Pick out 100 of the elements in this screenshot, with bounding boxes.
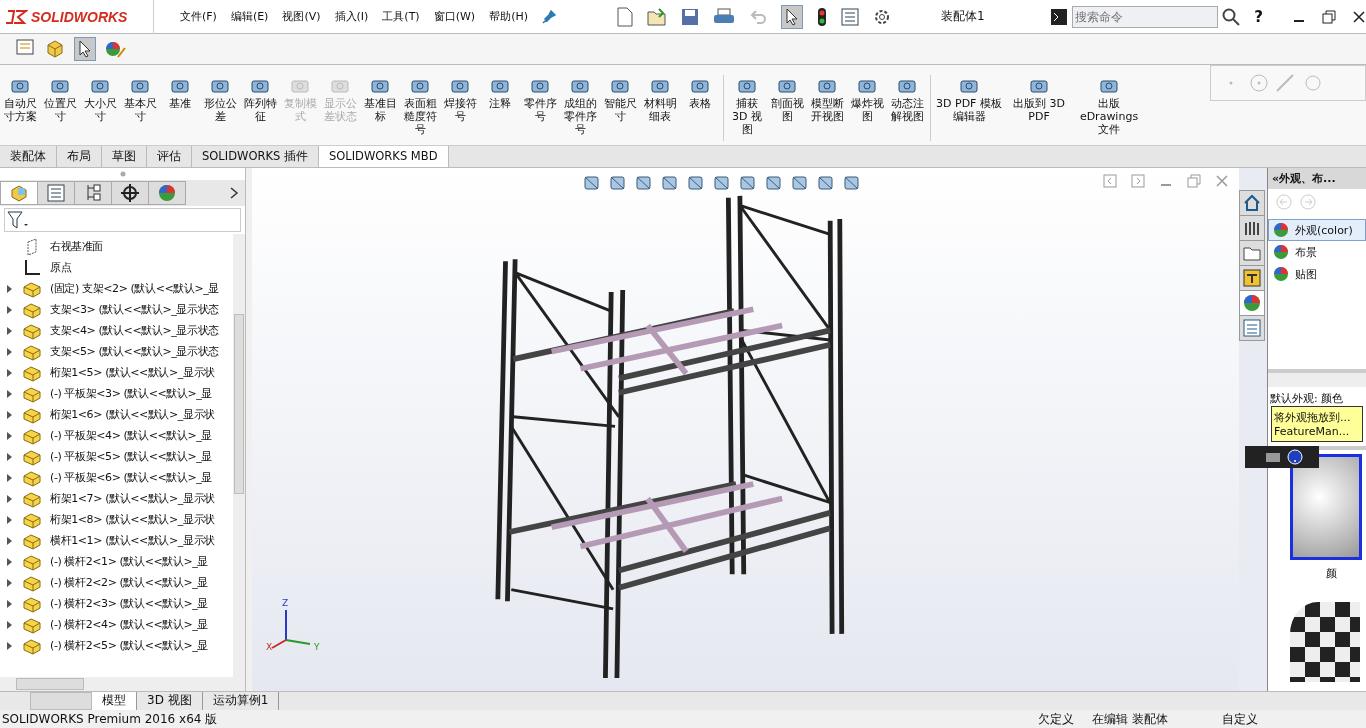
expand-arrow-icon[interactable] — [6, 367, 14, 378]
command-tab[interactable]: 草图 — [102, 146, 147, 167]
view-tool-icon[interactable] — [608, 174, 628, 192]
ribbon-button[interactable]: 表格 — [680, 75, 720, 110]
tree-item[interactable]: 横杆1<1> (默认<<默认>_显示状 — [50, 533, 215, 548]
pin-icon[interactable] — [542, 9, 556, 24]
new-document-icon[interactable] — [617, 6, 633, 27]
keyboard-icon[interactable] — [1265, 450, 1281, 464]
horizontal-scrollbar[interactable] — [1268, 369, 1366, 387]
ribbon-button[interactable]: 大小尺寸 — [80, 75, 120, 123]
expand-arrow-icon[interactable] — [6, 493, 14, 504]
side-tab[interactable] — [1239, 265, 1265, 291]
settings-icon[interactable] — [873, 7, 891, 26]
vertical-scrollbar[interactable] — [233, 234, 245, 677]
menu-item[interactable]: 视图(V) — [282, 9, 321, 24]
ribbon-button[interactable]: 出版到 3D PDF — [1004, 75, 1074, 123]
tree-item[interactable]: (-) 横杆2<3> (默认<<默认>_显 — [50, 596, 209, 611]
expand-arrow-icon[interactable] — [6, 346, 14, 357]
ribbon-button[interactable]: 阵列特征 — [240, 75, 280, 123]
ribbon-button[interactable]: 形位公差 — [200, 75, 240, 123]
list-icon[interactable] — [841, 7, 859, 26]
appearance-category[interactable]: 布景 — [1268, 241, 1366, 263]
appearance-category[interactable]: 贴图 — [1268, 263, 1366, 285]
command-tab[interactable]: SOLIDWORKS MBD — [318, 146, 449, 167]
expand-arrow-icon[interactable] — [6, 472, 14, 483]
ribbon-button[interactable]: 位置尺寸 — [40, 75, 80, 123]
ribbon-button[interactable]: 智能尺寸 — [600, 75, 640, 123]
appearance-edit-icon[interactable] — [104, 39, 126, 59]
tree-item[interactable]: 支架<4> (默认<<默认>_显示状态 — [50, 323, 219, 338]
tree-item[interactable]: 桁架1<8> (默认<<默认>_显示状 — [50, 512, 215, 527]
sphere-swatch[interactable] — [1290, 454, 1362, 560]
expand-arrow-icon[interactable] — [6, 577, 14, 588]
checker-sphere-swatch[interactable] — [1290, 602, 1360, 682]
ribbon-button[interactable]: 自动尺寸方案 — [0, 75, 40, 123]
horizontal-scrollbar[interactable] — [0, 677, 245, 691]
ribbon-button[interactable]: 爆炸视图 — [847, 75, 887, 123]
help-button[interactable]: ? — [1254, 7, 1284, 26]
view-tool-icon[interactable] — [712, 174, 732, 192]
restore-icon[interactable] — [1322, 9, 1336, 24]
tree-item[interactable]: 原点 — [50, 260, 72, 275]
expand-arrow-icon[interactable] — [6, 535, 14, 546]
grip-icon[interactable] — [119, 171, 126, 177]
menu-item[interactable]: 编辑(E) — [230, 9, 269, 24]
view-tool-icon[interactable] — [842, 174, 862, 192]
menu-item[interactable]: 帮助(H) — [489, 9, 528, 24]
ribbon-button[interactable]: 出版 eDrawings 文件 — [1074, 75, 1144, 136]
command-tab[interactable]: 评估 — [147, 146, 192, 167]
side-tab[interactable] — [1239, 190, 1265, 216]
expand-arrow-icon[interactable] — [6, 598, 14, 609]
tree-item[interactable]: 桁架1<7> (默认<<默认>_显示状 — [50, 491, 215, 506]
tree-item[interactable]: (-) 横杆2<1> (默认<<默认>_显 — [50, 554, 209, 569]
view-tool-icon[interactable] — [790, 174, 810, 192]
view-tool-icon[interactable] — [660, 174, 680, 192]
search-field[interactable]: 搜索命令 — [1072, 5, 1219, 28]
traffic-light-icon[interactable] — [817, 6, 827, 27]
ribbon-button[interactable]: 表面粗糙度符号 — [400, 75, 440, 136]
filter-field[interactable] — [4, 208, 241, 232]
tree-item[interactable]: (固定) 支架<2> (默认<<默认>_显 — [50, 281, 220, 296]
expand-arrow-icon[interactable] — [6, 619, 14, 630]
save-icon[interactable] — [681, 7, 699, 26]
view-tool-icon[interactable] — [582, 174, 602, 192]
expand-arrow-icon[interactable] — [6, 409, 14, 420]
ribbon-button[interactable]: 成组的零件序号 — [560, 75, 600, 136]
expand-arrow-icon[interactable] — [6, 451, 14, 462]
close-icon[interactable] — [1352, 9, 1366, 24]
expand-arrow-icon[interactable] — [6, 304, 14, 315]
chevron-right-icon[interactable] — [229, 187, 239, 199]
menu-item[interactable]: 文件(F) — [179, 9, 217, 24]
tree-item[interactable]: (-) 平板架<4> (默认<<默认>_显 — [50, 428, 213, 443]
panel-tab[interactable] — [111, 181, 149, 205]
ribbon-button[interactable]: 动态注解视图 — [887, 75, 927, 123]
tree-item[interactable]: (-) 平板架<5> (默认<<默认>_显 — [50, 449, 213, 464]
menu-item[interactable]: 窗口(W) — [433, 9, 476, 24]
tree-item[interactable]: (-) 横杆2<5> (默认<<默认>_显 — [50, 638, 209, 653]
view-tool-icon[interactable] — [764, 174, 784, 192]
side-tab[interactable] — [1239, 290, 1265, 316]
search-icon[interactable] — [1222, 7, 1241, 26]
appearance-category[interactable]: 外观(color) — [1268, 219, 1366, 241]
view-tool-icon[interactable] — [686, 174, 706, 192]
ribbon-button[interactable]: 基本尺寸 — [120, 75, 160, 123]
cube-icon[interactable] — [44, 39, 66, 59]
command-tab[interactable]: 布局 — [57, 146, 102, 167]
expand-arrow-icon[interactable] — [6, 556, 14, 567]
tree-item[interactable]: (-) 横杆2<2> (默认<<默认>_显 — [50, 575, 209, 590]
tree-item[interactable]: 支架<3> (默认<<默认>_显示状态 — [50, 302, 219, 317]
menu-item[interactable]: 插入(I) — [334, 9, 369, 24]
help-icon[interactable] — [1287, 449, 1303, 465]
command-tab[interactable]: SOLIDWORKS 插件 — [192, 146, 319, 167]
next-icon[interactable] — [1131, 174, 1145, 188]
tree-item[interactable]: (-) 平板架<6> (默认<<默认>_显 — [50, 470, 213, 485]
previous-icon[interactable] — [1103, 174, 1117, 188]
side-tab[interactable] — [1239, 215, 1265, 241]
expand-arrow-icon[interactable] — [6, 325, 14, 336]
ribbon-button[interactable]: 零件序号 — [520, 75, 560, 123]
tree-item[interactable]: 右视基准面 — [50, 239, 103, 254]
command-tab[interactable]: 装配体 — [0, 146, 57, 167]
ribbon-button[interactable]: 焊接符号 — [440, 75, 480, 123]
tree-item[interactable]: (-) 横杆2<4> (默认<<默认>_显 — [50, 617, 209, 632]
ribbon-button[interactable]: 模型断开视图 — [807, 75, 847, 123]
select-button[interactable] — [74, 37, 96, 61]
